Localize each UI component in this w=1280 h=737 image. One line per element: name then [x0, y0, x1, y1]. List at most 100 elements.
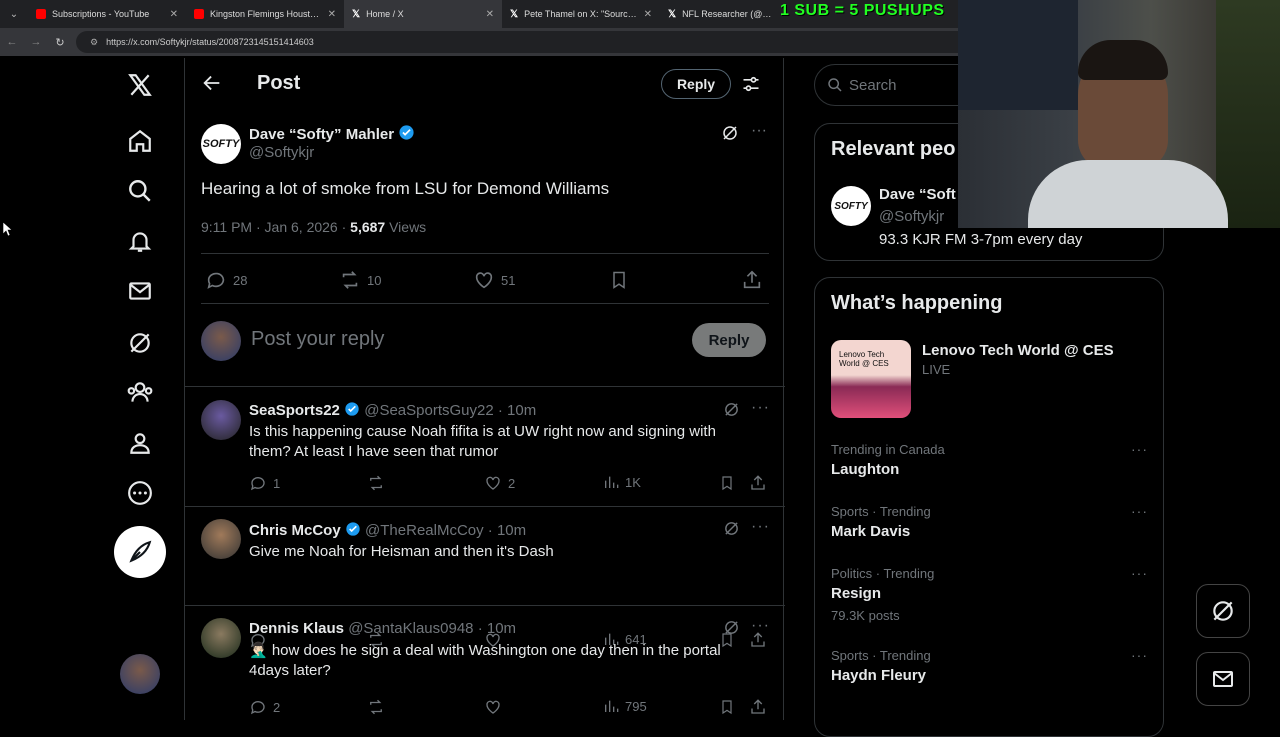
author-avatar[interactable]: SOFTY — [201, 124, 241, 164]
messages-mail-icon[interactable] — [114, 270, 166, 312]
repost-icon — [342, 271, 358, 289]
reply-input[interactable]: Post your reply — [251, 328, 384, 351]
more-options-icon[interactable]: ··· — [751, 399, 770, 417]
grok-floating-button[interactable] — [1196, 584, 1250, 638]
home-icon[interactable] — [114, 120, 166, 162]
browser-tab[interactable]: 𝕏 Pete Thamel on X: "Sources: Ol ✕ — [502, 0, 660, 28]
event-thumbnail[interactable]: Lenovo Tech World @ CES — [831, 340, 911, 418]
grok-icon[interactable] — [721, 124, 739, 147]
search-icon[interactable] — [114, 170, 166, 212]
commenter-avatar[interactable] — [201, 618, 241, 658]
share-icon[interactable] — [741, 269, 763, 291]
trend-more-icon[interactable]: ··· — [1131, 647, 1148, 663]
search-placeholder: Search — [849, 76, 897, 94]
commenter-name[interactable]: Chris McCoy — [249, 522, 341, 539]
reply-submit-button[interactable]: Reply — [692, 323, 766, 357]
back-arrow-icon[interactable] — [201, 72, 223, 94]
more-options-icon[interactable]: ··· — [751, 617, 770, 635]
more-options-icon[interactable]: ··· — [751, 122, 767, 140]
close-tab-icon[interactable]: ✕ — [328, 9, 336, 20]
bookmark-icon[interactable] — [719, 474, 735, 492]
tab-list-button[interactable]: ⌄ — [0, 0, 28, 28]
close-tab-icon[interactable]: ✕ — [170, 9, 178, 20]
trend-name[interactable]: Haydn Fleury — [831, 667, 926, 684]
x-logo-icon[interactable] — [114, 64, 166, 106]
person-handle[interactable]: @Softykjr — [879, 208, 944, 225]
reload-icon[interactable]: ↻ — [48, 36, 72, 49]
author-name[interactable]: Dave “Softy” Mahler — [249, 124, 415, 143]
commenter-handle[interactable]: @TheRealMcCoy · 10m — [365, 522, 526, 539]
browser-tab-active[interactable]: 𝕏 Home / X ✕ — [344, 0, 502, 28]
comment-item[interactable]: SeaSports22 @SeaSportsGuy22 · 10m ··· Is… — [185, 387, 785, 506]
mouse-cursor-icon — [2, 221, 13, 241]
grok-icon — [1213, 601, 1233, 621]
url-field[interactable]: ⚙ https://x.com/Softykjr/status/20087231… — [76, 31, 1016, 53]
trend-category: Politics · Trending — [831, 566, 935, 581]
trend-name[interactable]: Resign — [831, 585, 881, 602]
tab-title: NFL Researcher (@NFL_Rese — [682, 9, 772, 19]
compose-post-button[interactable] — [114, 526, 166, 578]
page-title: Post — [257, 72, 301, 94]
share-icon[interactable] — [749, 474, 767, 492]
more-options-icon[interactable]: ··· — [751, 518, 770, 536]
profile-icon[interactable] — [114, 422, 166, 464]
bookmark-icon[interactable] — [609, 269, 629, 291]
commenter-handle[interactable]: @SeaSportsGuy22 · 10m — [364, 402, 536, 419]
commenter-name[interactable]: SeaSports22 — [249, 402, 340, 419]
grok-icon[interactable] — [723, 520, 740, 542]
person-avatar[interactable]: SOFTY — [831, 186, 871, 226]
share-icon[interactable] — [749, 698, 767, 716]
like-action[interactable] — [484, 698, 502, 716]
trend-more-icon[interactable]: ··· — [1131, 503, 1148, 519]
comment-item[interactable]: Dennis Klaus @SantaKlaus0948 · 10m ··· 🤦… — [185, 606, 785, 720]
grok-icon[interactable] — [723, 619, 740, 641]
close-tab-icon[interactable]: ✕ — [644, 9, 652, 20]
views-count: 5,687 — [350, 219, 386, 235]
more-circle-icon[interactable] — [114, 472, 166, 514]
notifications-bell-icon[interactable] — [114, 220, 166, 262]
card-title: What’s happening — [831, 292, 1003, 314]
reply-icon — [207, 272, 225, 289]
site-info-icon[interactable]: ⚙ — [90, 37, 98, 48]
trend-name[interactable]: Mark Davis — [831, 523, 910, 540]
header-reply-button[interactable]: Reply — [661, 69, 731, 99]
repost-action[interactable]: 10 — [339, 269, 381, 291]
views-action[interactable]: 795 — [603, 698, 647, 714]
close-tab-icon[interactable]: ✕ — [486, 9, 494, 20]
comment-item[interactable]: Chris McCoy @TheRealMcCoy · 10m ··· Give… — [185, 507, 785, 605]
commenter-handle[interactable]: @SantaKlaus0948 · 10m — [348, 620, 516, 637]
my-avatar[interactable] — [201, 321, 241, 361]
back-nav-icon[interactable]: ← — [0, 36, 24, 48]
bookmark-icon[interactable] — [719, 698, 735, 716]
trend-category: Trending in Canada — [831, 442, 945, 457]
filter-sliders-icon[interactable] — [741, 74, 761, 99]
comment-header: Chris McCoy @TheRealMcCoy · 10m — [249, 521, 526, 539]
reply-action[interactable]: 2 — [249, 698, 280, 716]
like-action[interactable]: 51 — [473, 269, 515, 291]
grok-icon[interactable] — [114, 322, 166, 364]
commenter-name[interactable]: Dennis Klaus — [249, 620, 344, 637]
event-title[interactable]: Lenovo Tech World @ CES — [922, 342, 1114, 359]
communities-icon[interactable] — [114, 372, 166, 414]
person-name[interactable]: Dave “Soft — [879, 186, 956, 203]
repost-action[interactable] — [367, 698, 385, 716]
reply-action[interactable]: 1 — [249, 474, 280, 492]
reply-action[interactable]: 28 — [205, 269, 247, 291]
views-label: Views — [385, 219, 427, 235]
like-action[interactable]: 2 — [484, 474, 515, 492]
commenter-avatar[interactable] — [201, 400, 241, 440]
author-handle[interactable]: @Softykjr — [249, 144, 314, 161]
browser-tab[interactable]: 𝕏 NFL Researcher (@NFL_Rese — [660, 0, 780, 28]
trend-more-icon[interactable]: ··· — [1131, 565, 1148, 581]
forward-nav-icon[interactable]: → — [24, 36, 48, 48]
repost-action[interactable] — [367, 474, 385, 492]
account-avatar[interactable] — [120, 654, 160, 694]
messages-floating-button[interactable] — [1196, 652, 1250, 706]
trend-more-icon[interactable]: ··· — [1131, 441, 1148, 457]
grok-icon[interactable] — [723, 401, 740, 423]
views-action[interactable]: 1K — [603, 474, 641, 490]
trend-name[interactable]: Laughton — [831, 461, 899, 478]
browser-tab[interactable]: Kingston Flemings Houston Ma ✕ — [186, 0, 344, 28]
commenter-avatar[interactable] — [201, 519, 241, 559]
browser-tab[interactable]: Subscriptions - YouTube ✕ — [28, 0, 186, 28]
